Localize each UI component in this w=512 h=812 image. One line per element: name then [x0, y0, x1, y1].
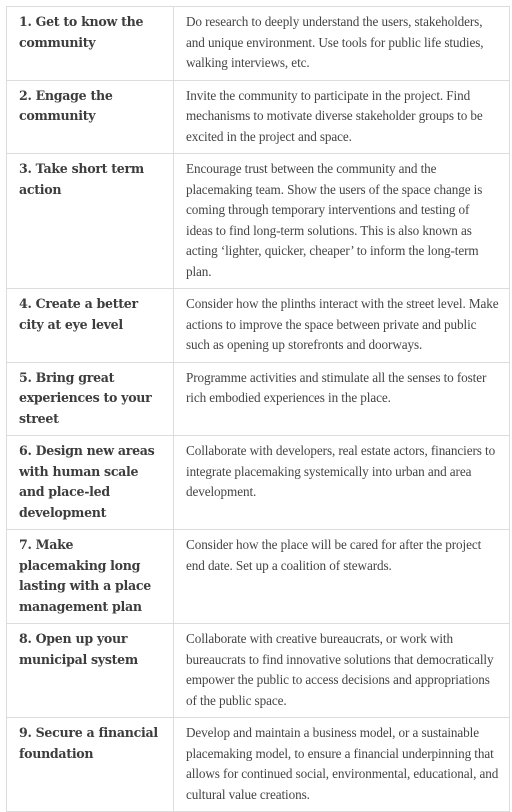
table-row: 7. Make placemaking long lasting with a … [6, 529, 510, 624]
step-description: Collaborate with creative bureaucrats, o… [173, 623, 510, 718]
table-row: 4. Create a better city at eye level Con… [6, 288, 510, 363]
step-title: 5. Bring great experiences to your stree… [6, 361, 174, 436]
step-title: 9. Secure a financial foundation [6, 717, 174, 812]
step-description: Programme activities and stimulate all t… [173, 361, 510, 436]
step-title: 4. Create a better city at eye level [6, 288, 174, 363]
step-title: 2. Engage the community [6, 79, 174, 154]
table-row: 2. Engage the community Invite the commu… [6, 79, 510, 154]
step-description: Develop and maintain a business model, o… [173, 717, 510, 812]
table-row: 5. Bring great experiences to your stree… [6, 361, 510, 436]
step-description: Collaborate with developers, real estate… [173, 435, 510, 530]
step-title: 1. Get to know the community [6, 6, 174, 81]
placemaking-steps-table: 1. Get to know the community Do research… [6, 6, 510, 812]
table-row: 6. Design new areas with human scale and… [6, 435, 510, 530]
step-description: Do research to deeply understand the use… [173, 6, 510, 81]
table-row: 9. Secure a financial foundation Develop… [6, 717, 510, 812]
step-title: 6. Design new areas with human scale and… [6, 435, 174, 530]
step-description: Consider how the plinths interact with t… [173, 288, 510, 363]
table-row: 1. Get to know the community Do research… [6, 6, 510, 81]
table-row: 3. Take short term action Encourage trus… [6, 153, 510, 289]
step-description: Encourage trust between the community an… [173, 153, 510, 289]
step-description: Consider how the place will be cared for… [173, 529, 510, 624]
step-title: 3. Take short term action [6, 153, 174, 289]
page-content: 1. Get to know the community Do research… [0, 0, 512, 812]
table-row: 8. Open up your municipal system Collabo… [6, 623, 510, 718]
step-description: Invite the community to participate in t… [173, 79, 510, 154]
step-title: 8. Open up your municipal system [6, 623, 174, 718]
step-title: 7. Make placemaking long lasting with a … [6, 529, 174, 624]
